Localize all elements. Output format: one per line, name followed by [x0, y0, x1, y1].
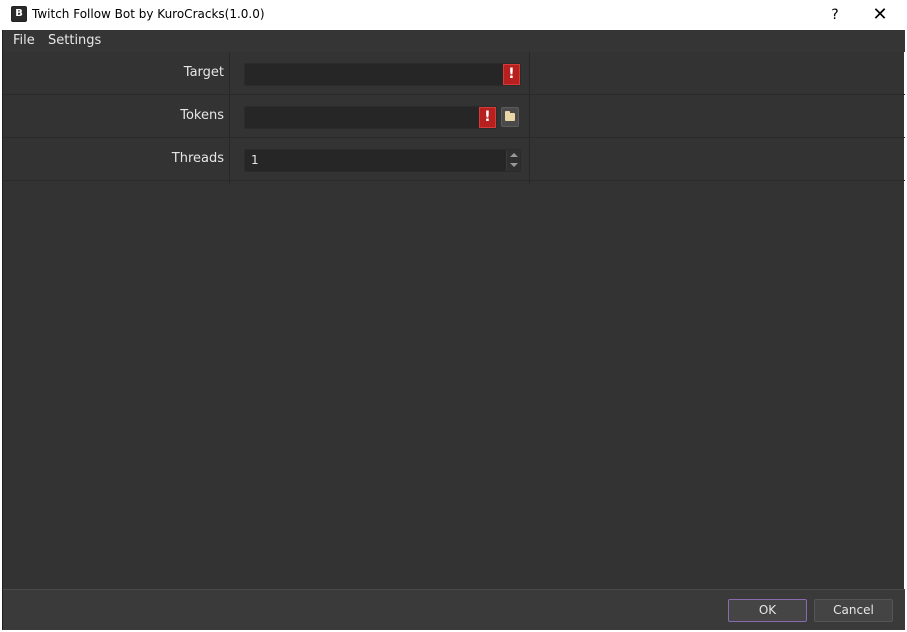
threads-label: Threads: [171, 151, 224, 166]
app-window: B Twitch Follow Bot by KuroCracks(1.0.0)…: [0, 0, 907, 632]
spin-down-button[interactable]: [507, 160, 520, 170]
spin-buttons: [506, 150, 520, 171]
exclamation-icon: !: [503, 64, 520, 85]
main-content: File Settings Target ! Tokens ! Threads …: [2, 30, 905, 630]
threads-row: Threads 1: [3, 138, 905, 181]
ok-button[interactable]: OK: [728, 599, 807, 622]
threads-spinbox[interactable]: 1: [244, 149, 521, 172]
app-icon-letter: B: [15, 8, 23, 19]
window-title: Twitch Follow Bot by KuroCracks(1.0.0): [32, 7, 265, 21]
tokens-label: Tokens: [180, 108, 224, 123]
tokens-input[interactable]: !: [244, 106, 497, 129]
chevron-down-icon: [510, 163, 518, 167]
folder-icon-body: [505, 113, 515, 121]
app-icon: B: [11, 6, 27, 22]
exclamation-icon: !: [479, 107, 496, 128]
target-row: Target !: [3, 52, 905, 95]
tokens-row: Tokens !: [3, 95, 905, 138]
menu-file[interactable]: File: [9, 32, 39, 50]
target-label: Target: [183, 65, 224, 80]
spin-up-button[interactable]: [507, 150, 520, 160]
menu-bar: File Settings: [3, 30, 905, 52]
menu-settings[interactable]: Settings: [44, 32, 105, 50]
threads-value: 1: [251, 153, 259, 167]
chevron-up-icon: [510, 153, 518, 157]
dialog-button-bar: OK Cancel: [3, 589, 905, 630]
help-button[interactable]: ?: [822, 0, 848, 30]
title-bar[interactable]: B Twitch Follow Bot by KuroCracks(1.0.0)…: [0, 0, 907, 30]
close-button[interactable]: ✕: [864, 0, 896, 30]
cancel-button[interactable]: Cancel: [814, 599, 893, 622]
browse-tokens-button[interactable]: [501, 107, 519, 127]
target-input[interactable]: !: [244, 63, 521, 86]
